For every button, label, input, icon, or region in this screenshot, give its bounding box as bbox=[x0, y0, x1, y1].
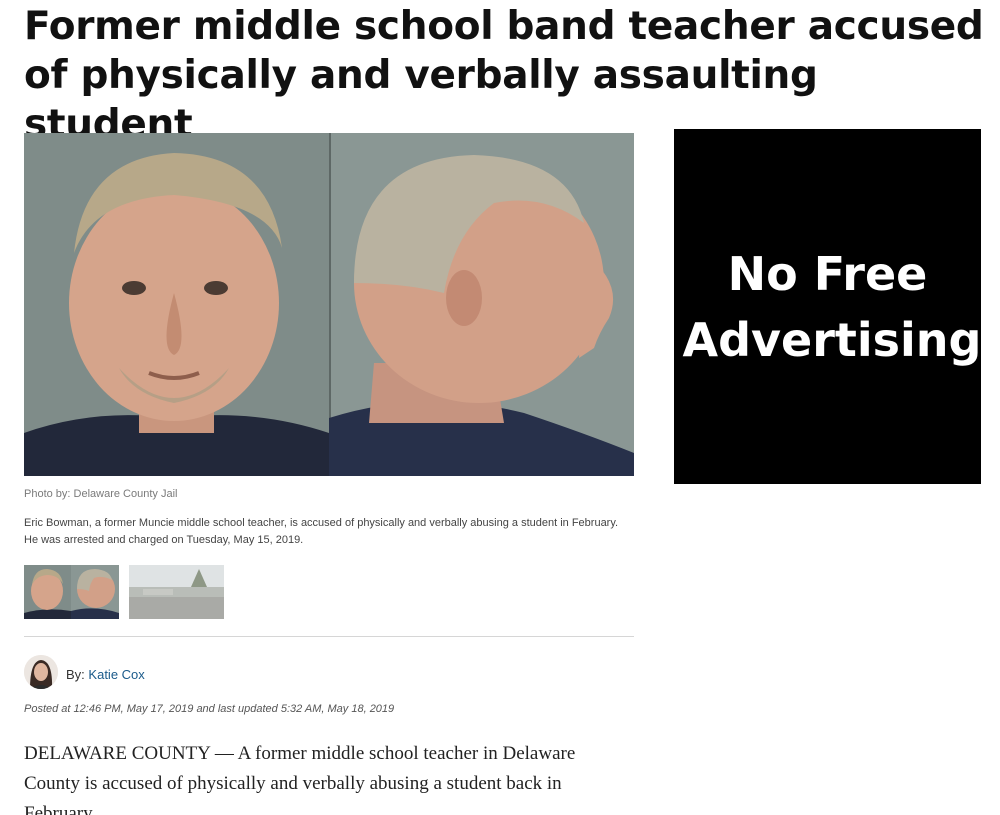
author-name-link[interactable]: Katie Cox bbox=[88, 667, 144, 682]
main-photo-mugshot[interactable] bbox=[24, 133, 634, 476]
article-body-lead: DELAWARE COUNTY — A former middle school… bbox=[24, 743, 576, 815]
thumbnail-mugshot[interactable] bbox=[24, 565, 119, 619]
photo-credit: Photo by: Delaware County Jail bbox=[24, 488, 178, 500]
mugshot-illustration bbox=[24, 133, 634, 476]
article-headline: Former middle school band teacher accuse… bbox=[24, 4, 984, 147]
thumbnail-school-exterior[interactable] bbox=[129, 565, 224, 619]
section-divider bbox=[24, 636, 634, 637]
thumbnail-school-image bbox=[129, 565, 224, 619]
author-avatar[interactable] bbox=[24, 655, 58, 689]
thumbnail-mugshot-image bbox=[24, 565, 119, 619]
posted-timestamp: Posted at 12:46 PM, May 17, 2019 and las… bbox=[24, 703, 395, 715]
photo-caption: Eric Bowman, a former Muncie middle scho… bbox=[24, 517, 619, 546]
advertisement-placeholder: No Free Advertising bbox=[674, 129, 981, 484]
article-page: Former middle school band teacher accuse… bbox=[0, 0, 1000, 815]
byline: By: Katie Cox bbox=[66, 667, 145, 682]
advertisement-text: No Free Advertising bbox=[682, 246, 982, 367]
byline-prefix: By: bbox=[66, 667, 85, 682]
author-avatar-image bbox=[24, 655, 58, 689]
